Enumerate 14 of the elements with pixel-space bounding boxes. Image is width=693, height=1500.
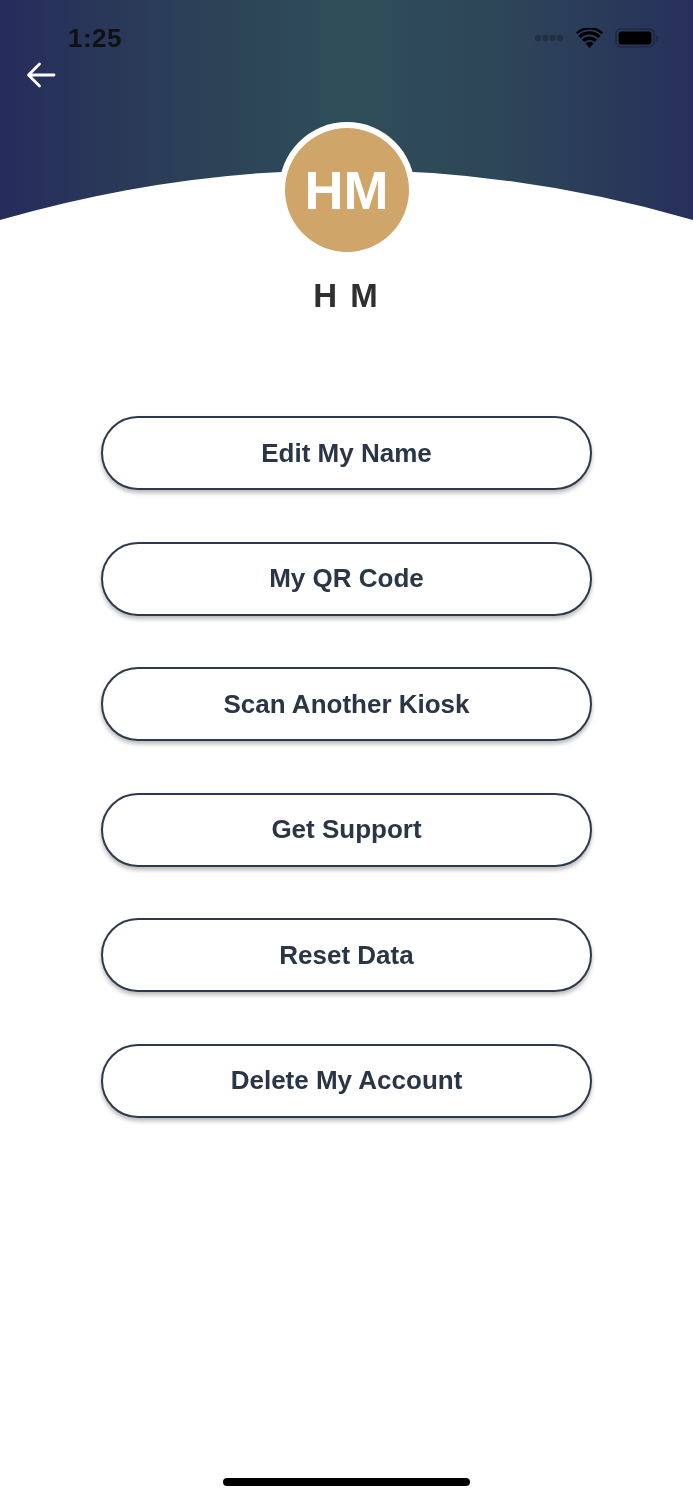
back-button[interactable] [24, 60, 58, 90]
profile-name: H M [313, 276, 380, 316]
status-time: 1:25 [68, 22, 123, 54]
signal-icon [534, 34, 564, 42]
wifi-icon [576, 28, 603, 48]
menu-button[interactable]: My QR Code [101, 541, 592, 616]
avatar-initials: HM [284, 128, 409, 252]
menu-button[interactable]: Reset Data [101, 918, 592, 993]
back-arrow-icon [26, 62, 56, 88]
menu-button[interactable]: Scan Another Kiosk [101, 667, 592, 742]
menu-button[interactable]: Delete My Account [101, 1043, 592, 1118]
menu-button[interactable]: Get Support [101, 792, 592, 867]
battery-icon [615, 28, 659, 48]
menu-button[interactable]: Edit My Name [101, 416, 592, 490]
